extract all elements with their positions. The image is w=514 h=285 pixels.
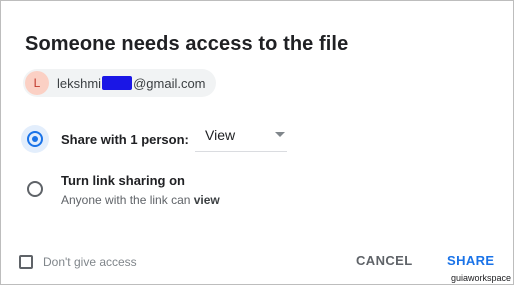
dropdown-arrow-icon [275,132,285,137]
dont-give-access-checkbox[interactable] [19,255,33,269]
requester-chip: L lekshmi @gmail.com [23,69,216,97]
share-with-person-radio[interactable] [27,131,43,147]
email-suffix: @gmail.com [133,75,206,91]
avatar: L [25,71,49,95]
permission-value: View [205,127,236,143]
link-sharing-description-text: Anyone with the link can [61,193,194,207]
share-dialog: Someone needs access to the file L leksh… [0,0,514,285]
dialog-title: Someone needs access to the file [25,33,349,55]
link-sharing-description-emphasis: view [193,193,220,207]
watermark: guiaworkspace [451,273,512,283]
share-button[interactable]: SHARE [447,253,495,268]
permission-select[interactable]: View [195,119,287,152]
share-with-person-label: Share with 1 person: [61,132,189,147]
dont-give-access-label: Don't give access [43,255,137,269]
redaction-mark [102,76,133,90]
link-sharing-label: Turn link sharing on [61,173,185,188]
link-sharing-radio[interactable] [27,181,43,197]
link-sharing-description: Anyone with the link can view [61,193,220,207]
cancel-button[interactable]: CANCEL [356,253,413,268]
requester-email: lekshmi @gmail.com [57,76,206,91]
email-prefix: lekshmi [57,75,102,91]
